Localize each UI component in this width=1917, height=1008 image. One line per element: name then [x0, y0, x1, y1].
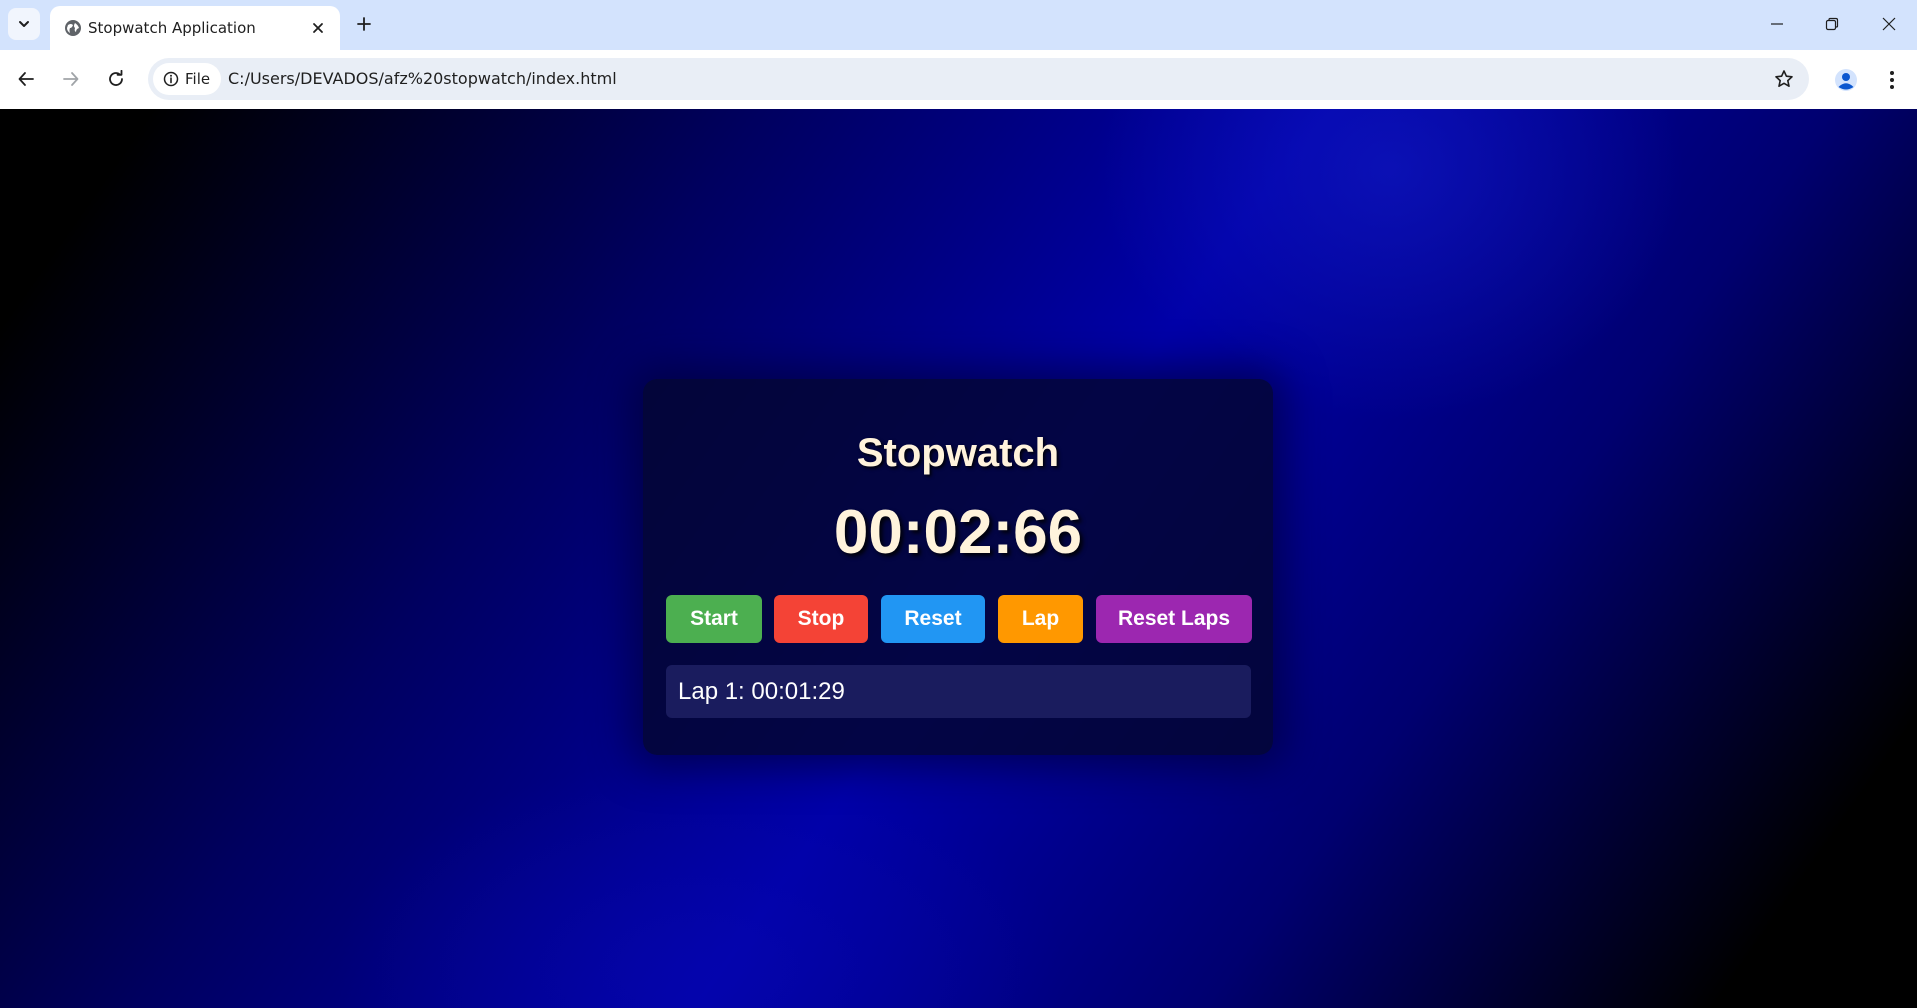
close-icon [1882, 17, 1896, 31]
lap-list: Lap 1: 00:01:29 [666, 665, 1251, 718]
stopwatch-card: Stopwatch 00:02:66 Start Stop Reset Lap … [643, 379, 1273, 755]
star-icon [1775, 70, 1793, 87]
info-icon [163, 71, 179, 87]
reset-button[interactable]: Reset [881, 595, 985, 643]
globe-icon [65, 20, 81, 36]
kebab-menu-icon [1890, 71, 1894, 89]
close-icon [313, 23, 323, 33]
browser-tab[interactable]: Stopwatch Application [50, 6, 340, 50]
back-button[interactable] [9, 62, 43, 96]
reset-laps-button[interactable]: Reset Laps [1096, 595, 1252, 643]
profile-button[interactable] [1830, 64, 1862, 96]
forward-button[interactable] [54, 62, 88, 96]
site-info-chip[interactable]: File [153, 63, 221, 95]
page-title: Stopwatch [856, 431, 1060, 475]
tab-title: Stopwatch Application [88, 19, 256, 37]
site-chip-label: File [185, 70, 211, 88]
lap-button[interactable]: Lap [998, 595, 1083, 643]
plus-icon [357, 17, 371, 31]
reload-icon [109, 70, 123, 86]
close-window-button[interactable] [1861, 0, 1917, 48]
start-button[interactable]: Start [666, 595, 762, 643]
person-icon [1835, 69, 1857, 91]
minimize-icon [1771, 23, 1783, 25]
arrow-right-icon [63, 72, 79, 86]
page-viewport: Stopwatch 00:02:66 Start Stop Reset Lap … [0, 109, 1917, 1008]
restore-icon [1825, 17, 1839, 31]
address-bar[interactable]: File C:/Users/DEVADOS/afz%20stopwatch/in… [148, 58, 1809, 100]
tab-search-button[interactable] [8, 8, 40, 40]
tab-close-button[interactable] [308, 18, 328, 38]
stop-button[interactable]: Stop [774, 595, 868, 643]
browser-menu-button[interactable] [1876, 64, 1908, 96]
lap-item: Lap 1: 00:01:29 [678, 678, 845, 705]
browser-toolbar: File C:/Users/DEVADOS/afz%20stopwatch/in… [0, 50, 1917, 109]
time-display: 00:02:66 [833, 498, 1083, 567]
browser-tabstrip: Stopwatch Application [0, 0, 1917, 50]
new-tab-button[interactable] [350, 10, 378, 38]
chevron-down-icon [19, 21, 29, 27]
minimize-button[interactable] [1749, 0, 1805, 48]
bookmark-button[interactable] [1771, 66, 1797, 92]
restore-button[interactable] [1804, 0, 1860, 48]
url-text[interactable]: C:/Users/DEVADOS/afz%20stopwatch/index.h… [228, 69, 617, 88]
reload-button[interactable] [99, 62, 133, 96]
arrow-left-icon [18, 72, 34, 86]
